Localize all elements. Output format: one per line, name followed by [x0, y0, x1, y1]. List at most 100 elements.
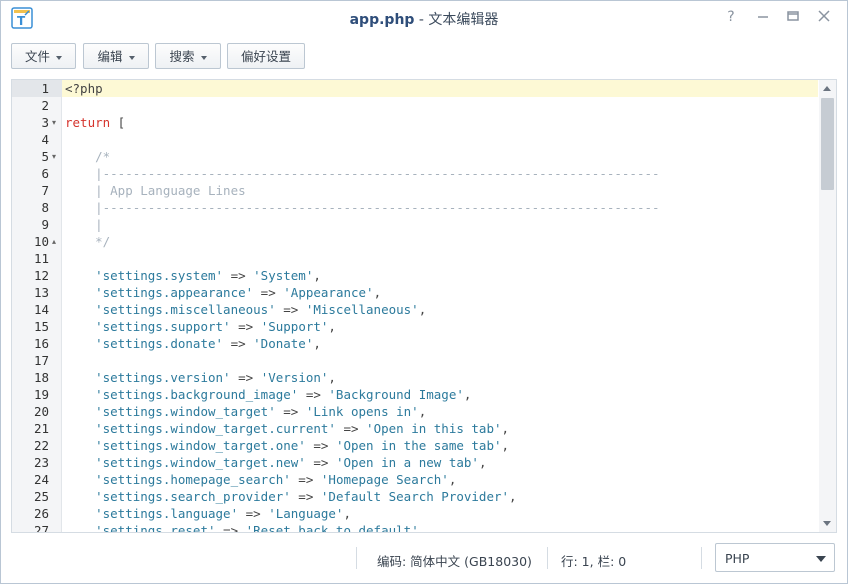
line-number: 10: [33, 234, 49, 249]
chevron-down-icon: [56, 55, 62, 60]
code-token: 'Open in this tab': [366, 421, 502, 436]
line-number: 27: [33, 523, 49, 533]
encoding-status[interactable]: 编码: 简体中文 (GB18030): [377, 551, 532, 570]
chevron-down-icon: [200, 55, 207, 60]
maximize-icon[interactable]: [785, 9, 801, 25]
edit-menu-label: 编辑: [97, 49, 123, 64]
code-token: =>: [305, 438, 336, 453]
code-line[interactable]: 'settings.window_target.current' => 'Ope…: [65, 420, 509, 437]
line-number: 9: [41, 217, 49, 232]
code-token: =>: [215, 523, 246, 533]
fold-toggle-icon[interactable]: ▾: [52, 148, 56, 165]
scroll-down-icon[interactable]: [823, 521, 831, 526]
code-token: ,: [418, 404, 427, 419]
code-token: ,: [501, 438, 510, 453]
edit-menu-button[interactable]: 编辑: [83, 43, 149, 69]
code-token: 'settings.miscellaneous': [65, 302, 276, 317]
code-line[interactable]: /*: [65, 148, 110, 165]
code-line[interactable]: 'settings.background_image' => 'Backgrou…: [65, 386, 471, 403]
close-icon[interactable]: [816, 9, 832, 25]
preferences-label: 偏好设置: [240, 49, 291, 64]
code-line[interactable]: 'settings.donate' => 'Donate',: [65, 335, 321, 352]
line-number: 18: [33, 370, 49, 385]
code-line[interactable]: 'settings.appearance' => 'Appearance',: [65, 284, 381, 301]
code-line[interactable]: | App Language Lines: [65, 182, 246, 199]
code-token: 'Miscellaneous': [305, 302, 419, 317]
line-number: 12: [33, 268, 49, 283]
code-token: 'Donate': [253, 336, 314, 351]
code-line[interactable]: 'settings.search_provider' => 'Default S…: [65, 488, 517, 505]
code-line[interactable]: |---------------------------------------…: [65, 199, 659, 216]
minimize-icon[interactable]: [755, 9, 771, 25]
status-divider: [701, 547, 702, 569]
code-line[interactable]: 'settings.homepage_search' => 'Homepage …: [65, 471, 456, 488]
chevron-down-icon: [128, 55, 135, 60]
cursor-position: 行: 1, 栏: 0: [561, 554, 627, 569]
search-menu-label: 搜索: [169, 49, 195, 64]
preferences-button[interactable]: 偏好设置: [227, 43, 305, 69]
line-number: 21: [33, 421, 49, 436]
line-number: 22: [33, 438, 49, 453]
code-token: 'Language': [268, 506, 344, 521]
code-token: 'Background Image': [328, 387, 464, 402]
code-line[interactable]: 'settings.window_target' => 'Link opens …: [65, 403, 426, 420]
code-token: 'settings.language': [65, 506, 239, 521]
code-token: =>: [223, 268, 254, 283]
code-line[interactable]: 'settings.system' => 'System',: [65, 267, 321, 284]
code-line[interactable]: |---------------------------------------…: [65, 165, 659, 182]
code-editor[interactable]: 1 2 3 ▾ 4 5 ▾ 6 7 8 9 10 ▴ 11 12 13 14 15 16 17 18 19 20 21 22 23…: [11, 79, 837, 533]
status-divider: [356, 547, 357, 569]
search-menu-button[interactable]: 搜索: [155, 43, 221, 69]
code-token: ,: [509, 489, 517, 504]
code-token: =>: [275, 404, 306, 419]
code-token: 'Appearance': [283, 285, 374, 300]
code-area[interactable]: <?php return [ /* |----------------------…: [62, 80, 818, 532]
code-line[interactable]: <?php: [65, 80, 103, 97]
language-select[interactable]: PHP: [715, 543, 835, 572]
code-line[interactable]: return [: [65, 114, 125, 131]
code-token: ,: [343, 506, 351, 521]
window-title: app.php - 文本编辑器: [1, 9, 847, 29]
code-token: 'Link opens in': [305, 404, 419, 419]
code-line[interactable]: 'settings.reset' => 'Reset back to defau…: [65, 522, 427, 533]
line-number: 24: [33, 472, 49, 487]
code-line[interactable]: |: [65, 216, 103, 233]
code-token: 'Open in a new tab': [335, 455, 479, 470]
code-token: 'Homepage Search': [320, 472, 449, 487]
code-token: ,: [418, 523, 427, 533]
code-line[interactable]: 'settings.version' => 'Version',: [65, 369, 336, 386]
scrollbar-thumb[interactable]: [821, 98, 834, 190]
file-menu-button[interactable]: 文件: [11, 43, 76, 69]
help-icon[interactable]: ?: [723, 9, 739, 25]
vertical-scrollbar[interactable]: [819, 80, 836, 532]
chevron-down-icon: [816, 556, 826, 562]
code-token: | App Language Lines: [65, 183, 246, 198]
line-number: 1: [41, 81, 49, 96]
code-line[interactable]: 'settings.miscellaneous' => 'Miscellaneo…: [65, 301, 426, 318]
code-token: |: [65, 217, 103, 232]
code-line[interactable]: */: [65, 233, 110, 250]
line-number: 13: [33, 285, 49, 300]
title-bar[interactable]: T app.php - 文本编辑器 ?: [1, 1, 847, 35]
code-token: ,: [313, 336, 321, 351]
code-token: ,: [313, 268, 321, 283]
code-line[interactable]: 'settings.language' => 'Language',: [65, 505, 351, 522]
code-line[interactable]: 'settings.support' => 'Support',: [65, 318, 336, 335]
scroll-up-icon[interactable]: [823, 86, 831, 91]
code-token: 'settings.donate': [65, 336, 224, 351]
fold-toggle-icon[interactable]: ▾: [52, 114, 56, 131]
code-line[interactable]: 'settings.window_target.one' => 'Open in…: [65, 437, 509, 454]
code-line[interactable]: 'settings.window_target.new' => 'Open in…: [65, 454, 486, 471]
code-token: =>: [230, 370, 261, 385]
code-token: =>: [230, 319, 261, 334]
code-token: =>: [275, 302, 306, 317]
code-token: 'settings.window_target.new': [65, 455, 306, 470]
file-name: app.php: [349, 12, 415, 28]
status-bar: 编码: 简体中文 (GB18030) 行: 1, 栏: 0 PHP: [1, 541, 847, 577]
text-editor-window: T app.php - 文本编辑器 ? 文件 编辑 搜索 偏好设置 1 2 3 ▾ 4 5…: [0, 0, 848, 584]
code-token: <?php: [65, 81, 103, 96]
code-token: =>: [305, 455, 336, 470]
fold-toggle-icon[interactable]: ▴: [52, 233, 56, 250]
code-token: ,: [418, 302, 427, 317]
line-number: 6: [41, 166, 49, 181]
